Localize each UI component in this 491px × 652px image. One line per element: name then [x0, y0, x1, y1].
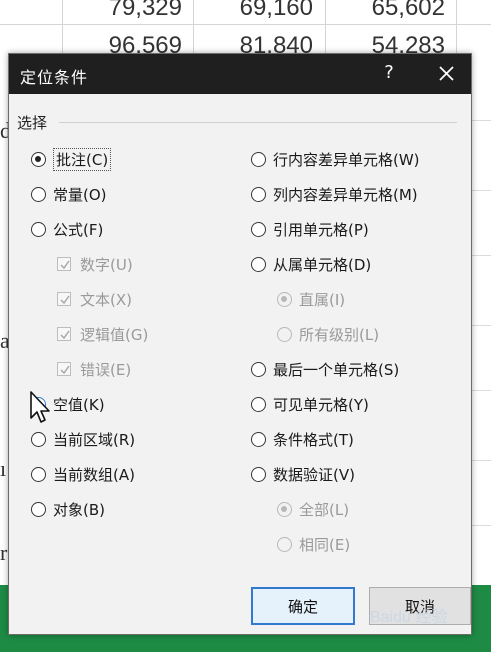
option-dependents[interactable]: 从属单元格(D)	[251, 252, 371, 276]
dialog-titlebar[interactable]: 定位条件 ?	[9, 54, 471, 94]
check-icon	[60, 365, 70, 375]
option-visible-cells[interactable]: 可见单元格(Y)	[251, 392, 369, 416]
checkbox[interactable]	[57, 257, 71, 271]
radio-button[interactable]	[31, 431, 46, 447]
option-validation-same[interactable]: 相同(E)	[277, 532, 350, 556]
grid-line	[62, 0, 63, 60]
option-label: 最后一个单元格(S)	[273, 360, 400, 379]
option-label: 相同(E)	[299, 535, 351, 554]
cell-value[interactable]: 65,602	[335, 0, 445, 22]
cell-value[interactable]: 79,329	[72, 0, 182, 22]
radio-button[interactable]	[31, 466, 46, 482]
option-constants[interactable]: 常量(O)	[31, 182, 107, 206]
option-direct-only[interactable]: 直属(I)	[277, 287, 345, 311]
sheet-right-edge	[470, 60, 491, 590]
option-column-differences[interactable]: 列内容差异单元格(M)	[251, 182, 418, 206]
dialog-title: 定位条件	[20, 68, 89, 87]
option-current-array[interactable]: 当前数组(A)	[31, 462, 135, 486]
radio-button[interactable]	[251, 396, 266, 412]
checkbox[interactable]	[57, 362, 71, 376]
radio-button[interactable]	[277, 501, 292, 517]
option-label: 可见单元格(Y)	[273, 395, 369, 414]
option-label: 从属单元格(D)	[273, 255, 372, 274]
checkbox[interactable]	[57, 327, 71, 341]
option-label: 全部(L)	[299, 500, 350, 519]
option-label: 公式(F)	[53, 220, 104, 239]
option-current-region[interactable]: 当前区域(R)	[31, 427, 135, 451]
option-objects[interactable]: 对象(B)	[31, 497, 105, 521]
option-label: 引用单元格(P)	[273, 220, 369, 239]
option-label: 当前区域(R)	[53, 430, 136, 449]
radio-button[interactable]	[251, 466, 266, 482]
radio-button[interactable]	[277, 291, 292, 307]
checkbox-logicals[interactable]: 逻辑值(G)	[57, 322, 148, 346]
close-button[interactable]	[429, 59, 463, 89]
option-label: 条件格式(T)	[273, 430, 354, 449]
checkbox-text[interactable]: 文本(X)	[57, 287, 132, 311]
option-label: 对象(B)	[53, 500, 105, 519]
selection-group-label: 选择	[17, 114, 48, 132]
radio-button[interactable]	[277, 326, 292, 342]
option-label: 常量(O)	[53, 185, 107, 204]
checkbox-errors[interactable]: 错误(E)	[57, 357, 131, 381]
option-label: 所有级别(L)	[299, 325, 380, 344]
checkbox[interactable]	[57, 292, 71, 306]
grid-line	[193, 0, 194, 60]
grid-line	[0, 24, 491, 25]
radio-button[interactable]	[251, 256, 266, 272]
option-label: 行内容差异单元格(W)	[273, 150, 420, 169]
option-label: 逻辑值(G)	[80, 325, 149, 344]
watermark: Baidu 经验	[370, 609, 448, 626]
cell-value[interactable]: 69,160	[203, 0, 313, 22]
mouse-cursor-icon	[30, 391, 50, 423]
option-label: 数字(U)	[80, 255, 133, 274]
radio-button[interactable]	[251, 186, 266, 202]
cell-fragment: ı	[0, 456, 7, 481]
option-comments[interactable]: 批注(C)	[31, 147, 112, 171]
option-validation-all[interactable]: 全部(L)	[277, 497, 349, 521]
checkbox-numbers[interactable]: 数字(U)	[57, 252, 133, 276]
go-to-special-dialog: 定位条件 ? 选择 批注(C) 常量(O) 公式(F) 数字(U) 文本(X)	[8, 53, 472, 635]
option-label: 数据验证(V)	[273, 465, 355, 484]
ok-button[interactable]: 确定	[251, 587, 355, 625]
option-label: 文本(X)	[80, 290, 132, 309]
check-icon	[60, 330, 70, 340]
option-label: 批注(C)	[53, 147, 112, 171]
check-icon	[60, 295, 70, 305]
check-icon	[60, 260, 70, 270]
option-row-differences[interactable]: 行内容差异单元格(W)	[251, 147, 420, 171]
help-button[interactable]: ?	[374, 58, 404, 88]
radio-button[interactable]	[31, 151, 46, 167]
radio-button[interactable]	[251, 361, 266, 377]
option-data-validation[interactable]: 数据验证(V)	[251, 462, 355, 486]
radio-button[interactable]	[31, 501, 46, 517]
option-label: 错误(E)	[80, 360, 132, 379]
option-formulas[interactable]: 公式(F)	[31, 217, 103, 241]
option-precedents[interactable]: 引用单元格(P)	[251, 217, 369, 241]
grid-line	[325, 0, 326, 60]
radio-button[interactable]	[251, 431, 266, 447]
radio-button[interactable]	[277, 536, 292, 552]
radio-button[interactable]	[251, 151, 266, 167]
grid-line	[456, 0, 457, 60]
radio-button[interactable]	[31, 186, 46, 202]
close-icon	[439, 66, 454, 81]
option-label: 当前数组(A)	[53, 465, 135, 484]
cell-fragment: r	[0, 540, 8, 565]
option-label: 列内容差异单元格(M)	[273, 185, 418, 204]
option-last-cell[interactable]: 最后一个单元格(S)	[251, 357, 399, 381]
radio-button[interactable]	[251, 221, 266, 237]
radio-button[interactable]	[31, 221, 46, 237]
option-conditional-formats[interactable]: 条件格式(T)	[251, 427, 354, 451]
group-divider	[59, 122, 457, 123]
option-label: 直属(I)	[299, 290, 346, 309]
option-all-levels[interactable]: 所有级别(L)	[277, 322, 379, 346]
option-label: 空值(K)	[53, 395, 105, 414]
